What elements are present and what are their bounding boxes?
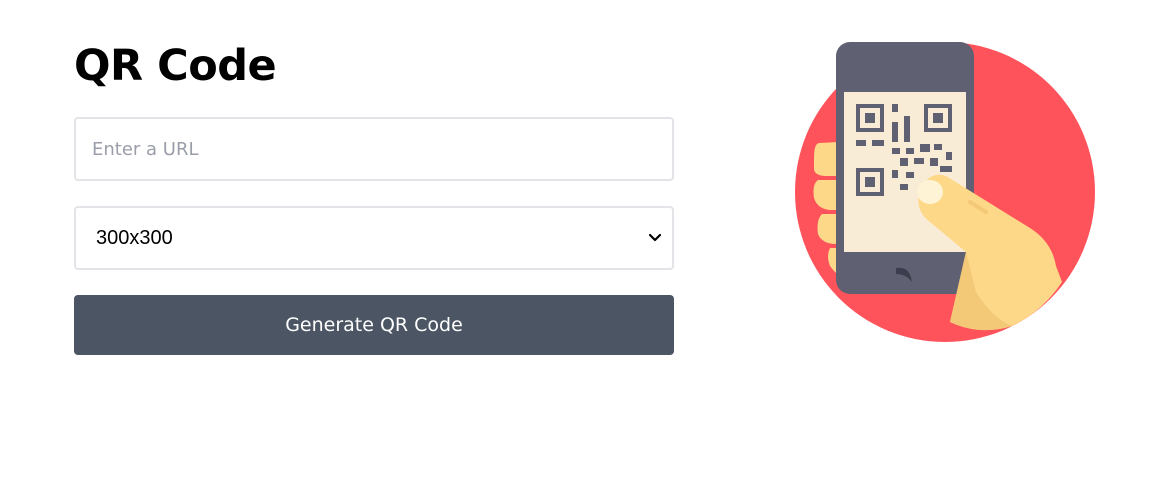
url-input[interactable] (74, 117, 674, 181)
qr-form: QR Code 300x300 Generate QR Code (74, 38, 674, 355)
qr-scan-phone-illustration (795, 42, 1095, 342)
generate-qr-button[interactable]: Generate QR Code (74, 295, 674, 355)
hand-fingers-icon (814, 142, 838, 176)
page-title: QR Code (74, 41, 277, 91)
size-select[interactable]: 300x300 (74, 206, 674, 270)
page: QR Code 300x300 Generate QR Code (0, 0, 1169, 501)
chevron-down-icon (648, 233, 662, 242)
size-select-value: 300x300 (96, 227, 173, 249)
